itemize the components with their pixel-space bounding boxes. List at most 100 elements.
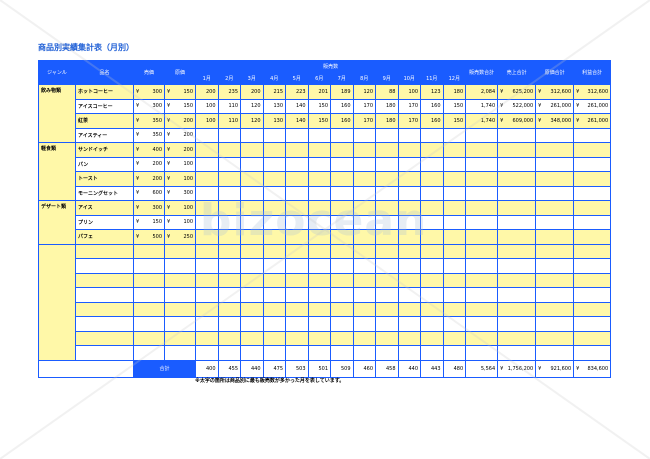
empty-cell[interactable] [442,301,467,317]
month-count-cell[interactable] [352,127,376,143]
product-name-cell[interactable]: パフェ [75,229,134,245]
month-count-cell[interactable] [442,229,467,245]
month-count-cell[interactable]: 130 [262,113,286,129]
empty-cell[interactable] [285,287,309,303]
empty-cell[interactable] [164,258,196,274]
empty-cell[interactable] [133,345,165,361]
month-count-cell[interactable]: 170 [352,113,376,129]
month-count-cell[interactable]: 100 [195,113,219,129]
product-name-cell[interactable]: アイスコーヒー [75,98,134,114]
empty-cell[interactable] [465,243,499,259]
empty-cell[interactable] [133,272,165,288]
empty-cell[interactable] [375,272,399,288]
month-count-cell[interactable] [262,185,286,201]
month-count-cell[interactable] [240,171,264,187]
month-count-cell[interactable] [217,214,241,230]
empty-cell[interactable] [240,316,264,332]
price-cell[interactable]: ¥350 [133,113,165,129]
empty-cell[interactable] [375,316,399,332]
month-count-cell[interactable] [375,214,399,230]
month-count-cell[interactable]: 180 [442,84,467,100]
month-count-cell[interactable] [420,156,444,172]
empty-cell[interactable] [375,287,399,303]
price-cell[interactable]: ¥500 [133,229,165,245]
month-count-cell[interactable] [442,214,467,230]
empty-cell[interactable] [262,345,286,361]
empty-cell[interactable] [285,243,309,259]
price-cell[interactable]: ¥300 [133,200,165,216]
month-count-cell[interactable] [240,142,264,158]
month-count-cell[interactable] [352,214,376,230]
empty-cell[interactable] [75,243,134,259]
month-count-cell[interactable] [195,156,219,172]
empty-cell[interactable] [375,330,399,346]
empty-cell[interactable] [75,287,134,303]
empty-cell[interactable] [397,316,421,332]
empty-cell[interactable] [573,345,612,361]
month-count-cell[interactable] [217,229,241,245]
month-count-cell[interactable]: 140 [285,113,309,129]
empty-cell[interactable] [133,243,165,259]
empty-cell[interactable] [307,258,331,274]
month-count-cell[interactable] [420,229,444,245]
month-count-cell[interactable]: 88 [375,84,399,100]
month-count-cell[interactable] [240,156,264,172]
empty-cell[interactable] [397,258,421,274]
month-count-cell[interactable] [352,142,376,158]
month-count-cell[interactable] [375,142,399,158]
empty-cell[interactable] [535,272,575,288]
product-name-cell[interactable]: 紅茶 [75,113,134,129]
empty-cell[interactable] [535,287,575,303]
empty-cell[interactable] [573,316,612,332]
month-count-cell[interactable] [262,156,286,172]
empty-cell[interactable] [133,287,165,303]
month-count-cell[interactable] [285,214,309,230]
month-count-cell[interactable] [195,214,219,230]
empty-cell[interactable] [262,330,286,346]
empty-cell[interactable] [217,345,241,361]
empty-cell[interactable] [164,243,196,259]
month-count-cell[interactable] [442,156,467,172]
empty-cell[interactable] [573,330,612,346]
empty-cell[interactable] [240,301,264,317]
empty-cell[interactable] [164,316,196,332]
empty-cell[interactable] [573,287,612,303]
cost-cell[interactable]: ¥100 [164,200,196,216]
month-count-cell[interactable] [375,127,399,143]
empty-cell[interactable] [285,258,309,274]
empty-cell[interactable] [262,258,286,274]
month-count-cell[interactable] [285,156,309,172]
month-count-cell[interactable] [330,229,354,245]
month-count-cell[interactable]: 150 [442,113,467,129]
empty-cell[interactable] [497,316,537,332]
empty-cell[interactable] [420,345,444,361]
empty-cell[interactable] [75,301,134,317]
empty-cell[interactable] [307,330,331,346]
month-count-cell[interactable] [307,200,331,216]
empty-cell[interactable] [133,330,165,346]
empty-cell[interactable] [195,301,219,317]
cost-cell[interactable]: ¥100 [164,156,196,172]
month-count-cell[interactable] [397,185,421,201]
month-count-cell[interactable] [195,200,219,216]
empty-cell[interactable] [217,316,241,332]
month-count-cell[interactable]: 235 [217,84,241,100]
month-count-cell[interactable]: 120 [240,98,264,114]
month-count-cell[interactable]: 170 [397,98,421,114]
price-cell[interactable]: ¥150 [133,214,165,230]
empty-cell[interactable] [573,301,612,317]
empty-cell[interactable] [465,258,499,274]
empty-cell[interactable] [133,316,165,332]
empty-cell[interactable] [195,272,219,288]
empty-cell[interactable] [307,301,331,317]
empty-cell[interactable] [535,301,575,317]
empty-cell[interactable] [240,272,264,288]
empty-cell[interactable] [133,258,165,274]
empty-cell[interactable] [442,258,467,274]
empty-cell[interactable] [465,345,499,361]
empty-cell[interactable] [497,330,537,346]
month-count-cell[interactable] [397,200,421,216]
empty-cell[interactable] [330,330,354,346]
empty-cell[interactable] [164,272,196,288]
month-count-cell[interactable] [420,127,444,143]
